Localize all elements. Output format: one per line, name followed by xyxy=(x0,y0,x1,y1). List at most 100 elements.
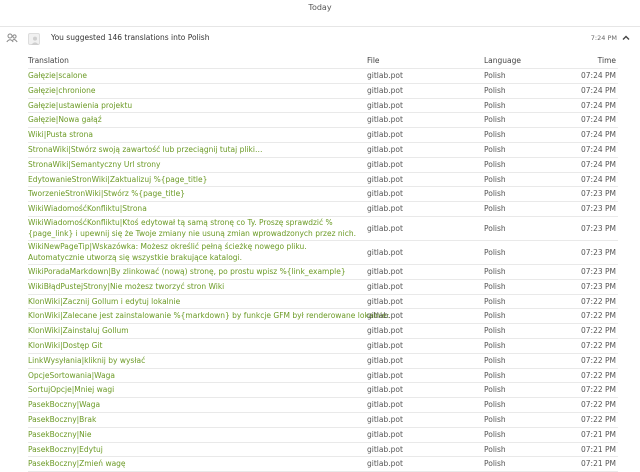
time-cell: 07:22 PM xyxy=(581,311,616,321)
time-cell: 07:22 PM xyxy=(581,400,616,410)
time-cell: 07:24 PM xyxy=(581,174,616,184)
language-cell: Polish xyxy=(484,370,506,380)
table-row: Gałęzie|chronione gitlab.pot Polish 07:24 P… xyxy=(28,84,618,99)
translation-link[interactable]: StronaWiki|Semantyczny Url strony xyxy=(28,158,360,173)
translation-link[interactable]: WikiWiadomośćKonfliktu|Strona xyxy=(28,202,360,217)
header-language: Language xyxy=(484,56,522,65)
file-cell: gitlab.pot xyxy=(367,130,403,140)
table-row: KlonWiki|Zainstaluj Gollum gitlab.pot Poli… xyxy=(28,324,618,339)
file-cell: gitlab.pot xyxy=(367,223,403,233)
file-cell: gitlab.pot xyxy=(367,174,403,184)
file-cell: gitlab.pot xyxy=(367,459,403,469)
time-cell: 07:23 PM xyxy=(581,247,616,257)
translation-link[interactable]: PasekBoczny|Edytuj xyxy=(28,443,360,458)
time-cell: 07:21 PM xyxy=(581,429,616,439)
file-cell: gitlab.pot xyxy=(367,204,403,214)
language-cell: Polish xyxy=(484,71,506,80)
table-row: SortujOpcje|Mniej wagi gitlab.pot Polish 07… xyxy=(28,383,618,399)
file-cell: gitlab.pot xyxy=(367,159,403,169)
time-cell: 07:22 PM xyxy=(581,296,616,306)
table-row: StronaWiki|Semantyczny Url strony gitlab.… xyxy=(28,158,618,173)
time-cell: 07:23 PM xyxy=(581,281,616,291)
translation-link[interactable]: PasekBoczny|Brak xyxy=(28,413,360,428)
activity-time: 7:24 PM xyxy=(590,34,617,42)
translation-link[interactable]: TworzenieStronWiki|Stwórz %{page_title} xyxy=(28,187,360,202)
language-cell: Polish xyxy=(484,400,506,410)
translation-link[interactable]: StronaWiki|Stwórz swoją zawartość lub pr… xyxy=(28,143,360,158)
translation-link[interactable]: WikiPoradaMarkdown|By zlinkować (nową) s… xyxy=(28,265,360,280)
table-row: WikiNewPageTip|Wskazówka: Możesz określi… xyxy=(28,241,618,265)
language-cell: Polish xyxy=(484,340,506,350)
translation-link[interactable]: KlonWiki|Zainstaluj Gollum xyxy=(28,324,360,339)
table-row: LinkWysyłania|kliknij by wysłać gitlab.po… xyxy=(28,354,618,369)
translation-link[interactable]: Gałęzie|ustawienia projektu xyxy=(28,99,360,114)
activity-summary[interactable]: You suggested 146 translations into Poli… xyxy=(0,30,640,48)
language-cell: Polish xyxy=(484,429,506,439)
table-row: WikiWiadomośćKonfliktu|Ktoś edytował tą … xyxy=(28,217,618,241)
language-cell: Polish xyxy=(484,326,506,336)
translation-link[interactable]: LinkWysyłania|kliknij by wysłać xyxy=(28,354,360,369)
table-row: PasekBoczny|Edytuj gitlab.pot Polish 07:21 … xyxy=(28,443,618,458)
file-cell: gitlab.pot xyxy=(367,71,403,80)
chevron-up-icon[interactable] xyxy=(621,33,631,43)
divider xyxy=(0,26,640,27)
translation-link[interactable]: WikiBłądPustejStrony|Nie możesz tworzyć … xyxy=(28,280,360,295)
language-cell: Polish xyxy=(484,311,506,321)
translation-link[interactable]: WikiWiadomośćKonfliktu|Ktoś edytował tą … xyxy=(28,218,360,239)
table-row: WikiPoradaMarkdown|By zlinkować (nową) s… xyxy=(28,265,618,280)
file-cell: gitlab.pot xyxy=(367,355,403,365)
table-row: WikiBłądPustejStrony|Nie możesz tworzyć … xyxy=(28,280,618,295)
translation-link[interactable]: Gałęzie|Nowa gałąź xyxy=(28,113,360,128)
file-cell: gitlab.pot xyxy=(367,247,403,257)
translation-link[interactable]: PasekBoczny|Waga xyxy=(28,398,360,413)
table-row: Gałęzie|Nowa gałąź gitlab.pot Polish 07:24 … xyxy=(28,113,618,129)
table-row: EdytowanieStronWiki|Zaktualizuj %{page_t… xyxy=(28,173,618,188)
translation-link[interactable]: PasekBoczny|Zmień wagę xyxy=(28,457,360,472)
time-cell: 07:23 PM xyxy=(581,189,616,199)
time-cell: 07:22 PM xyxy=(581,355,616,365)
file-cell: gitlab.pot xyxy=(367,189,403,199)
translation-link[interactable]: PasekBoczny|Nie xyxy=(28,428,360,443)
language-cell: Polish xyxy=(484,281,506,291)
language-cell: Polish xyxy=(484,130,506,140)
people-icon xyxy=(6,33,18,43)
translation-link[interactable]: EdytowanieStronWiki|Zaktualizuj %{page_t… xyxy=(28,173,360,188)
file-cell: gitlab.pot xyxy=(367,414,403,424)
translation-link[interactable]: KlonWiki|Zalecane jest zainstalowanie %{… xyxy=(28,309,389,324)
translation-link[interactable]: WikiNewPageTip|Wskazówka: Możesz określi… xyxy=(28,242,360,263)
language-cell: Polish xyxy=(484,296,506,306)
time-cell: 07:24 PM xyxy=(581,100,616,110)
table-row: StronaWiki|Stwórz swoją zawartość lub pr… xyxy=(28,143,618,158)
translation-link[interactable]: Gałęzie|chronione xyxy=(28,84,360,99)
avatar xyxy=(28,33,40,45)
language-cell: Polish xyxy=(484,223,506,233)
header-file: File xyxy=(367,56,380,65)
language-cell: Polish xyxy=(484,355,506,365)
translation-link[interactable]: OpcjeSortowania|Waga xyxy=(28,369,360,384)
table-row: PasekBoczny|Waga gitlab.pot Polish 07:22 PM xyxy=(28,398,618,413)
day-header: Today xyxy=(308,3,332,12)
table-row: PasekBoczny|Zmień wagę gitlab.pot Polish 07… xyxy=(28,457,618,472)
translation-link[interactable]: SortujOpcje|Mniej wagi xyxy=(28,383,360,398)
file-cell: gitlab.pot xyxy=(367,115,403,125)
translations-table: Translation File Language Time Gałęzie|s… xyxy=(28,52,618,472)
table-row: KlonWiki|Zacznij Gollum i edytuj lokalni… xyxy=(28,295,618,310)
file-cell: gitlab.pot xyxy=(367,429,403,439)
table-row: Gałęzie|scalone gitlab.pot Polish 07:24 PM xyxy=(28,69,618,84)
translation-link[interactable]: KlonWiki|Zacznij Gollum i edytuj lokalni… xyxy=(28,295,360,310)
time-cell: 07:22 PM xyxy=(581,385,616,395)
language-cell: Polish xyxy=(484,385,506,395)
table-row: Gałęzie|ustawienia projektu gitlab.pot Pol… xyxy=(28,99,618,114)
translation-link[interactable]: Gałęzie|scalone xyxy=(28,69,360,84)
table-row: OpcjeSortowania|Waga gitlab.pot Polish 07:2… xyxy=(28,369,618,384)
file-cell: gitlab.pot xyxy=(367,370,403,380)
header-translation: Translation xyxy=(28,56,69,65)
translation-link[interactable]: KlonWiki|Dostęp Git xyxy=(28,339,360,354)
file-cell: gitlab.pot xyxy=(367,444,403,454)
table-row: Wiki|Pusta strona gitlab.pot Polish 07:24 P… xyxy=(28,128,618,143)
translation-link[interactable]: Wiki|Pusta strona xyxy=(28,128,360,143)
time-cell: 07:24 PM xyxy=(581,115,616,125)
language-cell: Polish xyxy=(484,459,506,469)
table-row: KlonWiki|Dostęp Git gitlab.pot Polish 07:22… xyxy=(28,339,618,354)
time-cell: 07:24 PM xyxy=(581,85,616,95)
